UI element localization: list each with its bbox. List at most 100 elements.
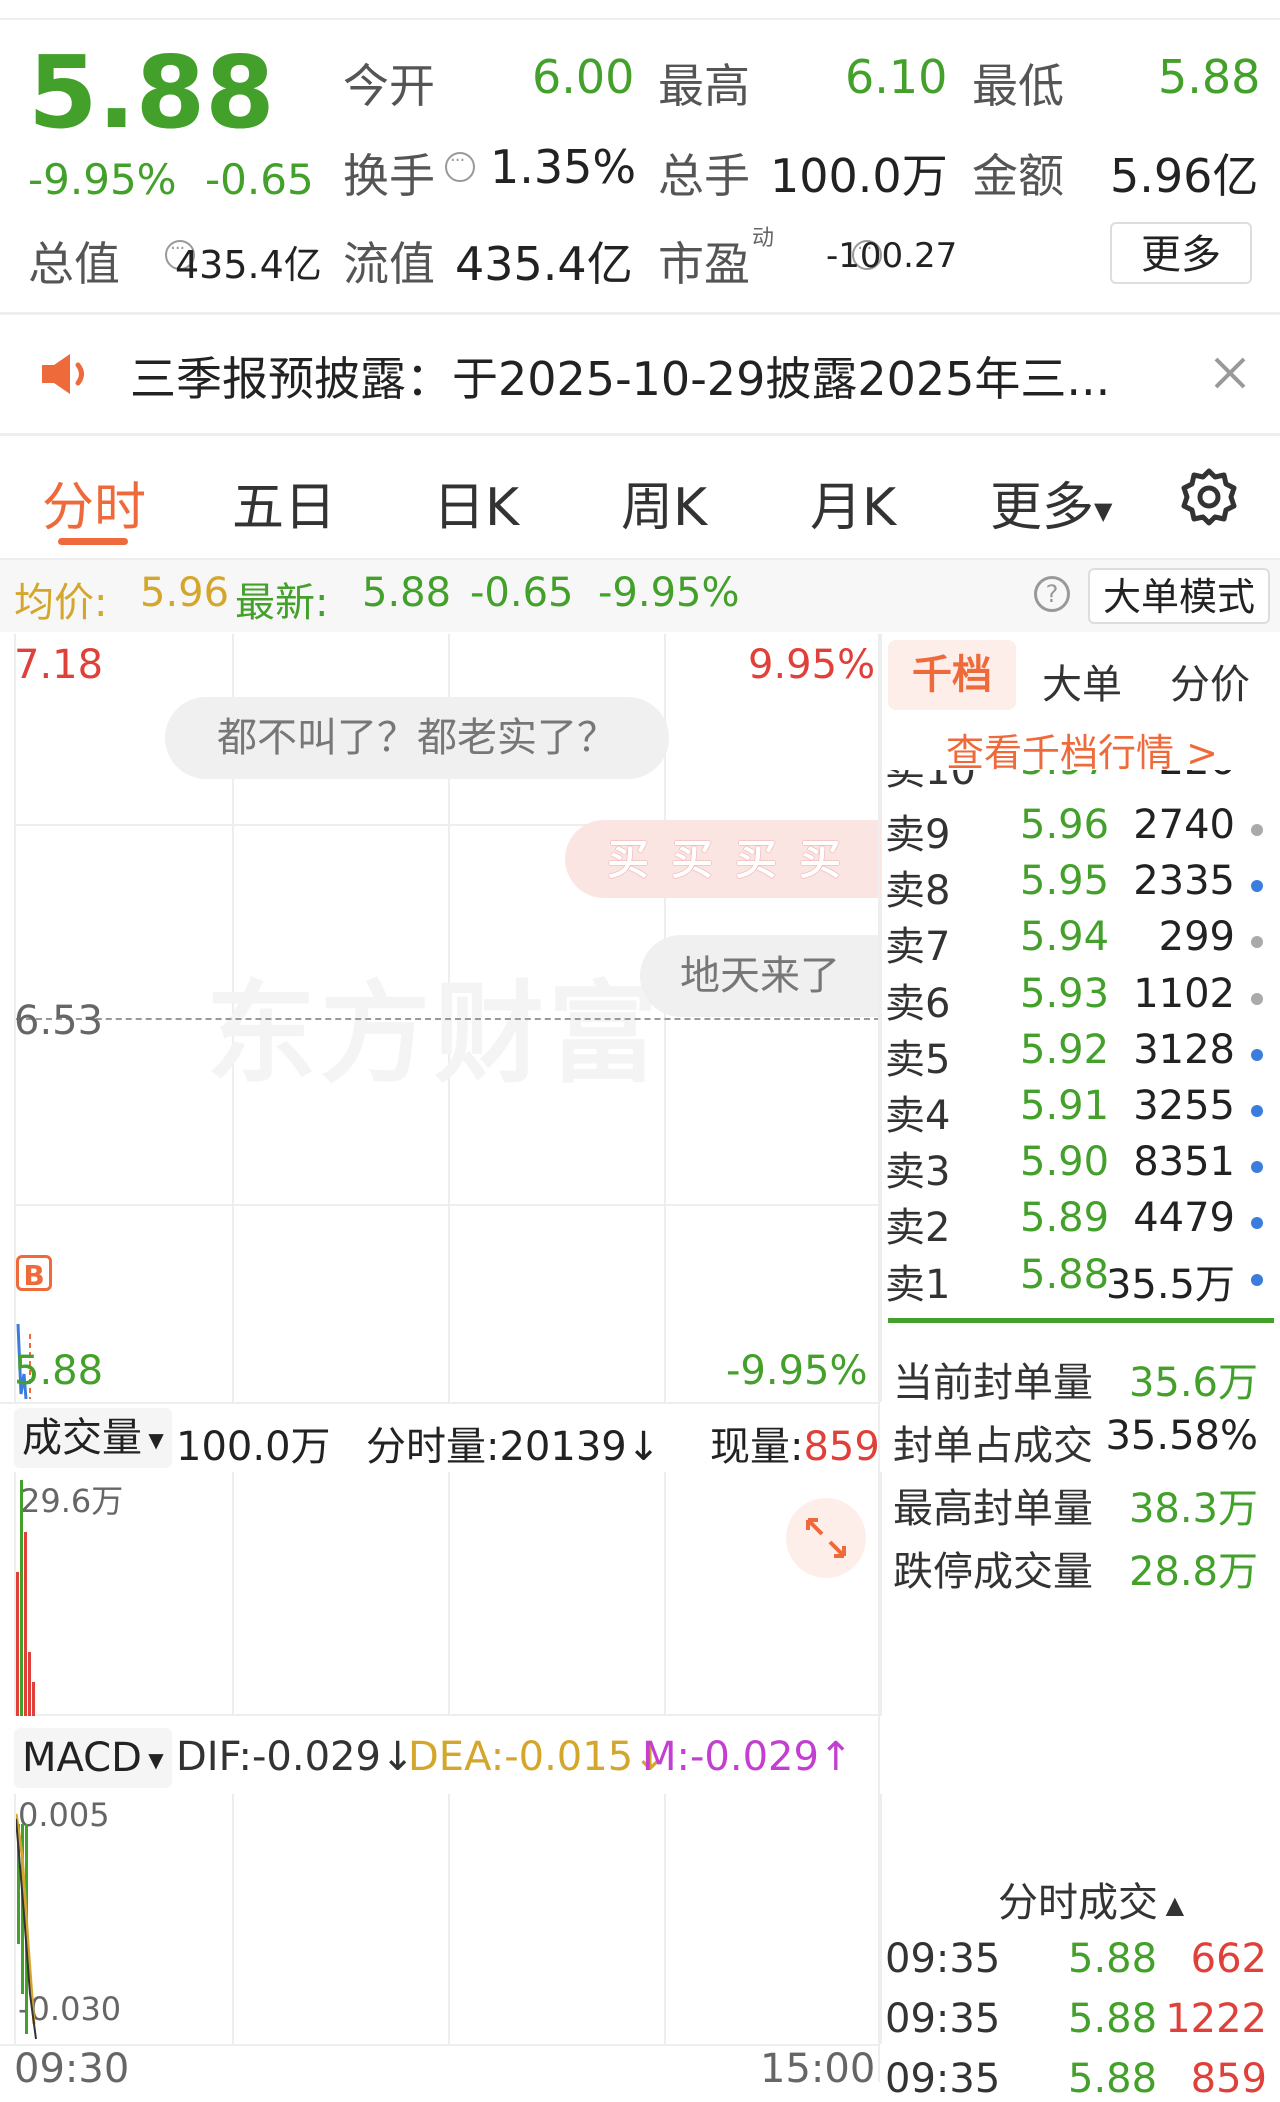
buy-bubble[interactable]: 买买买买 — [565, 820, 881, 898]
orderbook-row[interactable]: 卖3 5.90 8351 — [885, 1139, 1275, 1195]
orderbook-tab-fenjia[interactable]: 分价 — [1170, 652, 1250, 710]
macd-lines — [16, 1813, 37, 2040]
open-label: 今开 — [343, 59, 435, 113]
buy-label: 买买买买 — [607, 835, 864, 884]
tab-five-day[interactable]: 五日 — [232, 465, 336, 540]
tab-week-k[interactable]: 周K — [621, 465, 707, 540]
order-dot-icon — [1251, 1217, 1263, 1230]
row-price: 5.88 — [1020, 1251, 1110, 1298]
stat-value: 38.3万 — [1128, 1486, 1258, 1532]
row-volume: 3255 — [1133, 1083, 1235, 1129]
avg-label: 均价: — [14, 580, 108, 626]
row-price: 5.93 — [1020, 970, 1110, 1017]
close-icon[interactable] — [1210, 353, 1250, 393]
y-bottom-pct: -9.95% — [726, 1348, 868, 1394]
tab-month-k[interactable]: 月K — [810, 465, 896, 540]
orderbook-row[interactable]: 卖9 5.96 2740 — [885, 802, 1275, 858]
orderbook-row[interactable]: 卖1 5.88 35.5万 — [885, 1252, 1275, 1308]
volume-total: 100.0万 — [176, 1424, 331, 1470]
row-price: 5.95 — [1020, 858, 1110, 905]
pe-label: 市盈 — [658, 237, 750, 291]
buy-marker[interactable]: B — [16, 1255, 52, 1292]
tab-fenshi[interactable]: 分时 — [42, 465, 146, 540]
trades-header[interactable]: 分时成交 ▲ — [998, 1870, 1184, 1928]
orderbook-tab-qiandang[interactable]: 千档 — [888, 640, 1016, 710]
row-volume: 3128 — [1133, 1026, 1235, 1073]
row-label: 卖8 — [885, 868, 951, 915]
gear-icon[interactable] — [1178, 466, 1240, 528]
help-icon[interactable]: ? — [1034, 576, 1070, 612]
time-axis-end: 15:00 — [760, 2046, 876, 2092]
macd-dif-value: DIF:-0.029 — [176, 1734, 381, 1780]
macd-dropdown[interactable]: MACD ▼ — [14, 1728, 172, 1788]
orderbook-row[interactable]: 卖7 5.94 299 — [885, 914, 1275, 970]
row-volume: 1102 — [1133, 970, 1235, 1017]
caret-up-icon: ▲ — [1158, 1891, 1185, 1919]
latest-value: 5.88 — [362, 570, 452, 616]
volume-dropdown-label: 成交量 — [22, 1415, 142, 1461]
volume-bars — [16, 1480, 35, 1716]
arrow-up-icon: ↑ — [818, 1734, 853, 1780]
y-bottom-label: 5.88 — [14, 1348, 104, 1394]
big-order-mode-button[interactable]: 大单模式 — [1088, 568, 1270, 624]
orderbook-row[interactable]: 卖6 5.93 1102 — [885, 971, 1275, 1027]
order-dot-icon — [1251, 1105, 1263, 1117]
order-dot-icon — [1251, 824, 1263, 836]
caret-down-icon: ▼ — [141, 1748, 164, 1772]
row-price: 5.97 — [1020, 770, 1109, 784]
orderbook-row[interactable]: 卖4 5.91 3255 — [885, 1083, 1275, 1139]
row-label: 卖5 — [885, 1036, 951, 1083]
notice-bar[interactable]: 三季报预披露：于2025-10-29披露2025年三... — [0, 315, 1280, 433]
stat-label: 当前封单量 — [893, 1360, 1093, 1406]
macd-chart[interactable]: 0.005 -0.030 — [14, 1794, 882, 2044]
orderbook-row[interactable]: 卖8 5.95 2335 — [885, 858, 1275, 914]
stat-value: 28.8万 — [1128, 1549, 1258, 1595]
trade-volume: 1222 — [1165, 1996, 1267, 2042]
caret-down-icon: ▼ — [142, 1428, 164, 1452]
stat-value: 35.58% — [1105, 1413, 1258, 1459]
current-volume-value: 859 — [803, 1424, 880, 1470]
amount-value: 5.96亿 — [1110, 149, 1259, 203]
volume-label: 总手 — [658, 149, 750, 203]
row-label: 卖2 — [885, 1205, 951, 1252]
watermark: 东方财富 — [206, 970, 662, 1098]
order-dot-icon — [1251, 1161, 1263, 1174]
pe-value: -100.27 — [826, 236, 958, 276]
mktcap-value: 435.4亿 — [175, 243, 322, 287]
info-icon[interactable] — [445, 150, 475, 182]
volume-chart[interactable]: 29.6万 — [14, 1472, 882, 1716]
more-button[interactable]: 更多 — [1110, 222, 1252, 284]
tab-day-k[interactable]: 日K — [433, 465, 519, 540]
tab-active-indicator — [58, 538, 128, 545]
tab-more-label: 更多 — [990, 478, 1095, 538]
orderbook-row[interactable]: 卖2 5.89 4479 — [885, 1195, 1275, 1251]
expand-icon[interactable] — [786, 1498, 866, 1578]
turnover-value: 1.35% — [490, 140, 637, 194]
info-bar: 均价: 5.96 最新: 5.88 -0.65 -9.95% ? 大单模式 — [0, 560, 1280, 632]
comment-bubble[interactable]: 都不叫了？都老实了？ — [165, 697, 669, 779]
macd-m: M:-0.029↑ — [642, 1734, 852, 1780]
y-top-label: 7.18 — [14, 642, 104, 688]
trade-volume: 662 — [1190, 1936, 1267, 1982]
tab-more[interactable]: 更多▼ — [990, 465, 1112, 540]
macd-m-value: M:-0.029 — [642, 1734, 819, 1780]
view-qiandang-link[interactable]: 查看千档行情 > — [946, 722, 1218, 777]
orderbook-tab-dadan[interactable]: 大单 — [1042, 652, 1122, 710]
avg-value: 5.96 — [140, 570, 230, 616]
fenshi-volume-value: 20139 — [499, 1424, 627, 1470]
stat-value: 35.6万 — [1128, 1360, 1258, 1406]
order-dot-icon — [1251, 1048, 1263, 1061]
volume-dropdown[interactable]: 成交量 ▼ — [14, 1408, 172, 1468]
orderbook-row-sell10[interactable]: 卖10 5.97 226 — [885, 770, 1275, 794]
row-label: 卖1 — [885, 1261, 951, 1308]
row-price: 5.89 — [1020, 1195, 1110, 1242]
stat-label: 最高封单量 — [893, 1486, 1093, 1532]
row-label: 卖10 — [885, 770, 976, 794]
row-label: 卖3 — [885, 1149, 951, 1196]
orderbook-row[interactable]: 卖5 5.92 3128 — [885, 1027, 1275, 1083]
order-dot-icon — [1251, 1273, 1263, 1286]
current-volume-label: 现量: — [710, 1424, 804, 1470]
comment-bubble[interactable]: 地天来了 — [640, 935, 880, 1017]
caret-down-icon: ▼ — [1094, 497, 1113, 525]
open-value: 6.00 — [532, 50, 635, 104]
